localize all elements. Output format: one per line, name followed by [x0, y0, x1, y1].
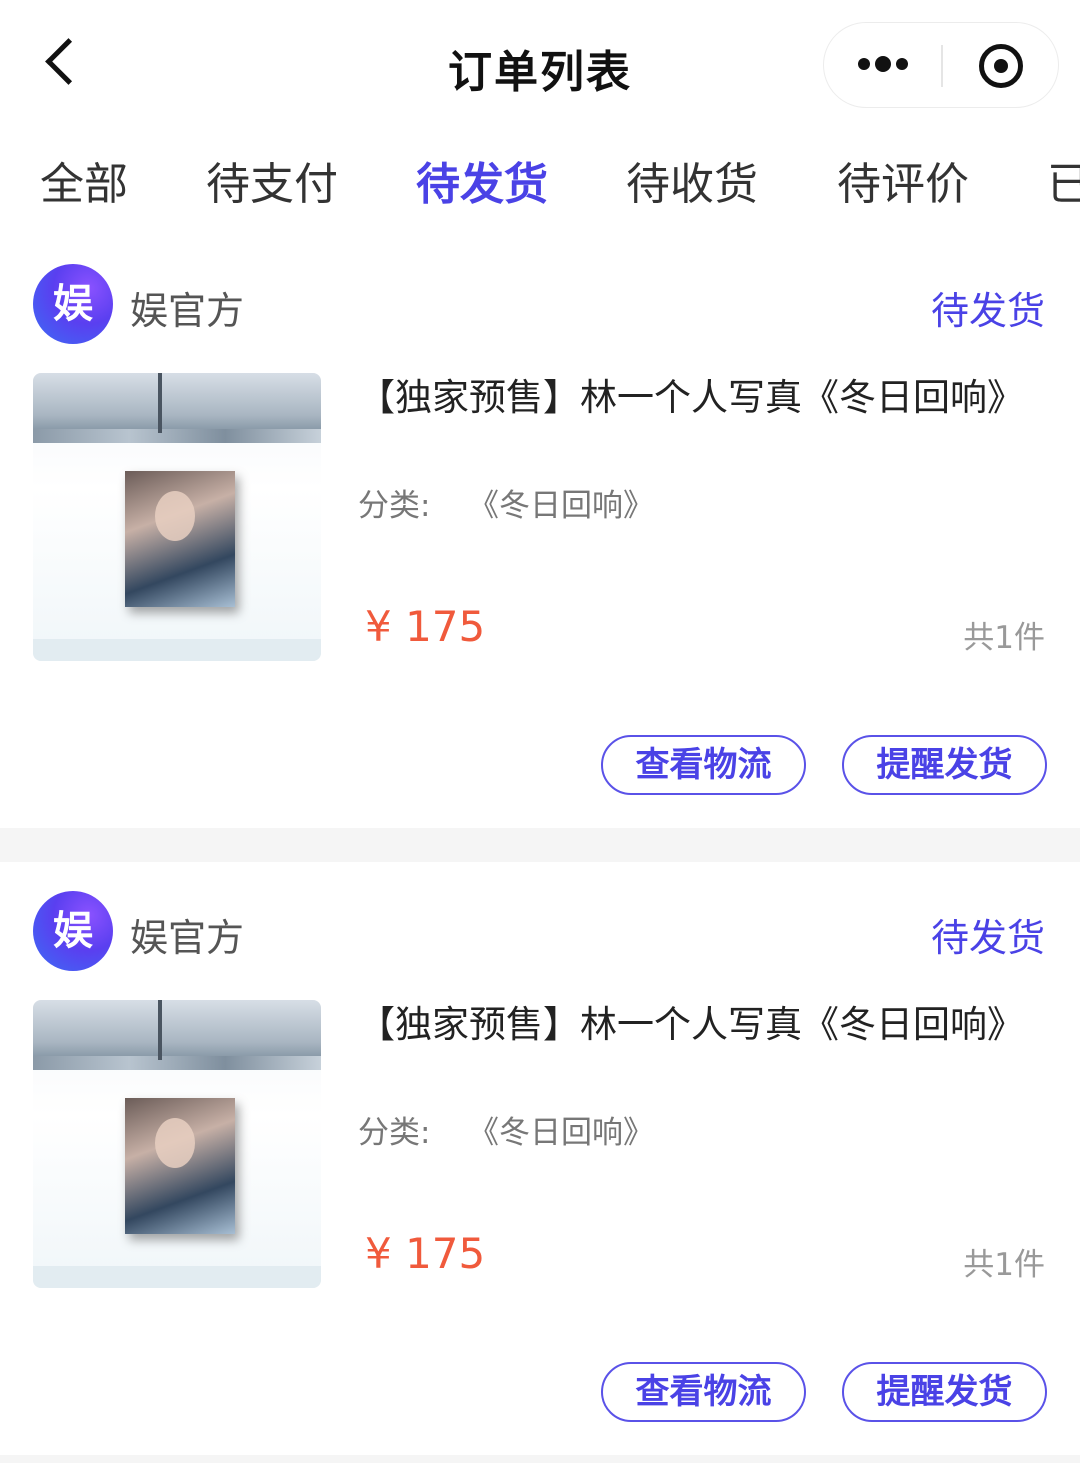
- image-snowy-landscape: [33, 373, 321, 443]
- order-divider: [0, 1455, 1080, 1463]
- shop-name[interactable]: 娱官方: [130, 907, 244, 962]
- image-snowy-landscape: [33, 1000, 321, 1070]
- product-image[interactable]: [33, 373, 321, 661]
- product-price: ¥ 175: [365, 1229, 486, 1278]
- order-divider: [0, 828, 1080, 862]
- shop-logo: 娱: [33, 891, 113, 971]
- order-status-tabs: 全部 待支付 待发货 待收货 待评价 已: [0, 140, 1080, 220]
- image-photo-card: [125, 471, 235, 607]
- tab-pending-receipt[interactable]: 待收货: [626, 148, 758, 212]
- more-dot-icon: [896, 58, 908, 70]
- target-close-icon: [979, 44, 1023, 88]
- view-logistics-button[interactable]: 查看物流: [601, 735, 806, 795]
- product-spec-label: 分类:: [358, 1115, 431, 1151]
- product-image[interactable]: [33, 1000, 321, 1288]
- image-tree: [158, 373, 162, 433]
- tab-completed[interactable]: 已: [1047, 148, 1080, 212]
- product-spec-value: 《冬日回响》: [468, 488, 654, 524]
- order-status-label: 待发货: [930, 289, 1045, 333]
- shop-name[interactable]: 娱官方: [130, 280, 244, 335]
- product-title[interactable]: 【独家预售】林一个人写真《冬日回响》: [358, 374, 1024, 422]
- remind-shipment-button[interactable]: 提醒发货: [842, 735, 1047, 795]
- more-dot-icon: [875, 56, 891, 72]
- image-tree: [158, 1000, 162, 1060]
- shop-logo: 娱: [33, 264, 113, 344]
- tab-pending-payment[interactable]: 待支付: [206, 148, 338, 212]
- tab-pending-review[interactable]: 待评价: [837, 148, 969, 212]
- image-photo-card: [125, 1098, 235, 1234]
- tab-all[interactable]: 全部: [40, 148, 128, 212]
- product-price: ¥ 175: [365, 602, 486, 651]
- more-dot-icon: [858, 58, 870, 70]
- order-card[interactable]: 娱 娱官方 待发货 【独家预售】林一个人写真《冬日回响》 分类: 《冬日回响》 …: [0, 240, 1080, 812]
- view-logistics-button[interactable]: 查看物流: [601, 1362, 806, 1422]
- product-count: 共1件: [963, 620, 1045, 656]
- image-bottom-strip: [33, 639, 321, 661]
- product-title[interactable]: 【独家预售】林一个人写真《冬日回响》: [358, 1001, 1024, 1049]
- order-card[interactable]: 娱 娱官方 待发货 【独家预售】林一个人写真《冬日回响》 分类: 《冬日回响》 …: [0, 867, 1080, 1439]
- image-bottom-strip: [33, 1266, 321, 1288]
- tab-pending-shipment[interactable]: 待发货: [416, 148, 548, 212]
- product-spec-label: 分类:: [358, 488, 431, 524]
- product-count: 共1件: [963, 1247, 1045, 1283]
- mini-program-capsule: [823, 22, 1059, 108]
- more-options-button[interactable]: [824, 23, 942, 107]
- navigation-bar: 订单列表: [0, 0, 1080, 130]
- close-mini-program-button[interactable]: [942, 23, 1058, 107]
- product-spec-value: 《冬日回响》: [468, 1115, 654, 1151]
- order-status-label: 待发货: [930, 916, 1045, 960]
- remind-shipment-button[interactable]: 提醒发货: [842, 1362, 1047, 1422]
